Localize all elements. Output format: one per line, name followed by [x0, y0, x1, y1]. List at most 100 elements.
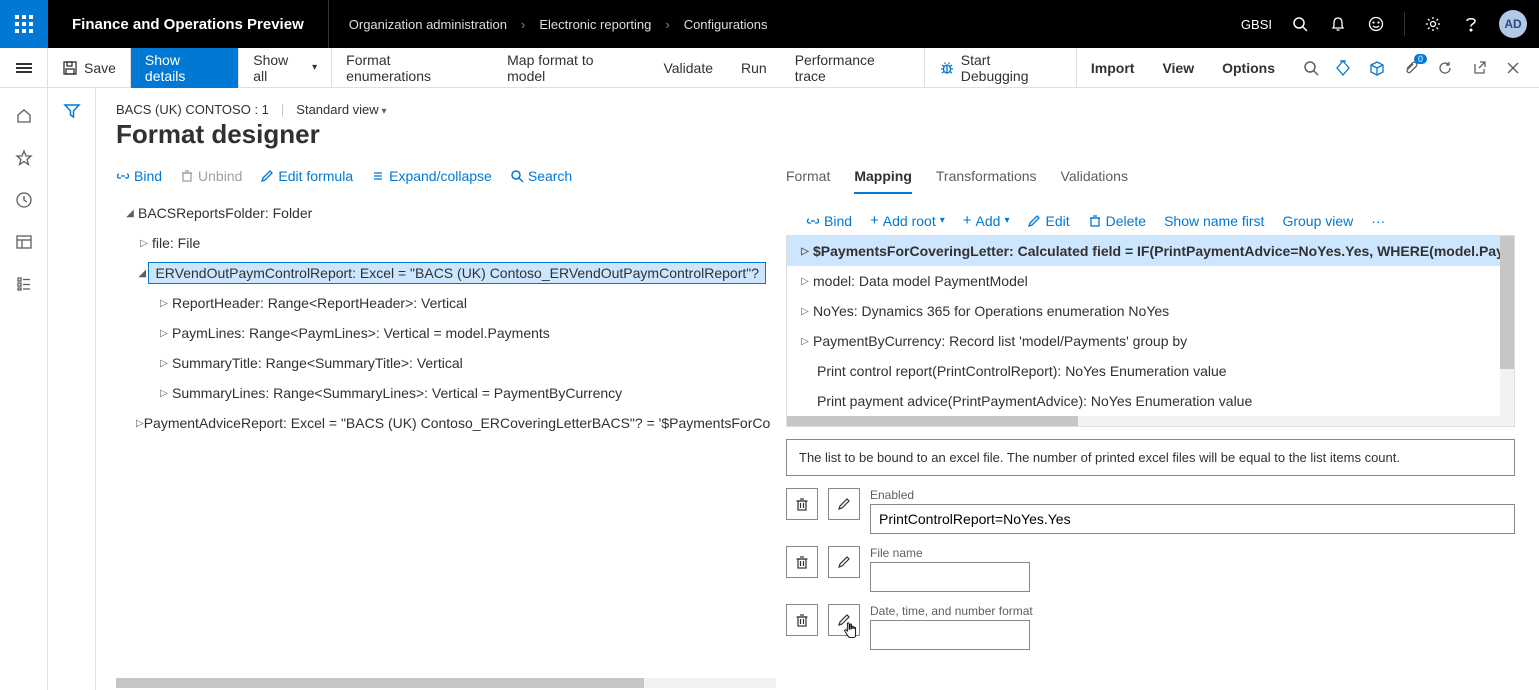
help-icon[interactable]: [1461, 14, 1481, 34]
home-icon[interactable]: [14, 106, 34, 126]
refresh-icon[interactable]: [1435, 58, 1455, 78]
import-button[interactable]: Import: [1077, 48, 1149, 88]
h-scrollbar[interactable]: [96, 678, 786, 690]
delete-prop-button[interactable]: [786, 488, 818, 520]
format-enum-button[interactable]: Format enumerations: [332, 48, 493, 88]
start-debugging-button[interactable]: Start Debugging: [925, 48, 1077, 88]
v-scrollbar[interactable]: [1500, 236, 1514, 426]
mapping-node[interactable]: ▷model: Data model PaymentModel: [787, 266, 1514, 296]
mapping-node[interactable]: Print control report(PrintControlReport)…: [787, 356, 1514, 386]
unbind-button[interactable]: Unbind: [180, 168, 242, 184]
map-format-button[interactable]: Map format to model: [493, 48, 649, 88]
tree-node[interactable]: ▷SummaryTitle: Range<SummaryTitle>: Vert…: [116, 348, 766, 378]
smiley-icon[interactable]: [1366, 14, 1386, 34]
expand-icon[interactable]: ▷: [136, 418, 144, 429]
clock-icon[interactable]: [14, 190, 34, 210]
breadcrumb-item[interactable]: Organization administration: [349, 17, 507, 32]
collapse-icon[interactable]: ◢: [122, 208, 138, 219]
star-icon[interactable]: [14, 148, 34, 168]
diamond-icon[interactable]: [1333, 58, 1353, 78]
enabled-input[interactable]: [870, 504, 1515, 534]
edit-button[interactable]: Edit: [1027, 213, 1069, 229]
show-details-button[interactable]: Show details: [131, 48, 239, 88]
cmd-label: Show all: [253, 52, 306, 84]
tree-node[interactable]: ▷PaymentAdviceReport: Excel = "BACS (UK)…: [116, 408, 766, 438]
link-icon: [116, 169, 130, 183]
more-button[interactable]: ···: [1371, 213, 1385, 229]
expand-icon[interactable]: ▷: [156, 328, 172, 339]
search-button[interactable]: Search: [510, 168, 572, 184]
popout-icon[interactable]: [1469, 58, 1489, 78]
cmd-search[interactable]: [1289, 48, 1333, 88]
mapping-node-selected[interactable]: ▷$PaymentsForCoveringLetter: Calculated …: [787, 236, 1514, 266]
dtformat-input[interactable]: [870, 620, 1030, 650]
options-button[interactable]: Options: [1208, 48, 1289, 88]
expand-collapse-button[interactable]: Expand/collapse: [371, 168, 492, 184]
bind-button[interactable]: Bind: [116, 168, 162, 184]
delete-prop-button[interactable]: [786, 546, 818, 578]
tree-node[interactable]: ▷PaymLines: Range<PaymLines>: Vertical =…: [116, 318, 766, 348]
expand-icon[interactable]: ▷: [797, 276, 813, 287]
tree-node[interactable]: ▷ReportHeader: Range<ReportHeader>: Vert…: [116, 288, 766, 318]
app-launcher[interactable]: [0, 0, 48, 48]
avatar[interactable]: AD: [1499, 10, 1527, 38]
filename-input[interactable]: [870, 562, 1030, 592]
edit-prop-button[interactable]: [828, 488, 860, 520]
tree-node[interactable]: ▷SummaryLines: Range<SummaryLines>: Vert…: [116, 378, 766, 408]
tab-mapping[interactable]: Mapping: [854, 168, 912, 194]
edit-formula-button[interactable]: Edit formula: [260, 168, 353, 184]
bind-button[interactable]: Bind: [806, 213, 852, 229]
filter-icon[interactable]: [63, 102, 81, 690]
expand-icon[interactable]: ▷: [797, 246, 813, 257]
breadcrumb-item[interactable]: Configurations: [684, 17, 768, 32]
pencil-icon: [836, 496, 852, 512]
attach-icon[interactable]: 0: [1401, 58, 1421, 78]
edit-prop-button[interactable]: [828, 546, 860, 578]
h-scrollbar[interactable]: [787, 416, 1514, 426]
config-context[interactable]: BACS (UK) CONTOSO : 1: [116, 102, 269, 117]
chevron-down-icon: ▾: [1004, 215, 1009, 226]
show-name-first-button[interactable]: Show name first: [1164, 213, 1264, 229]
company-code[interactable]: GBSI: [1241, 17, 1272, 32]
expand-icon[interactable]: ▷: [156, 358, 172, 369]
collapse-icon[interactable]: ◢: [136, 268, 148, 279]
tree-node-selected[interactable]: ◢ERVendOutPaymControlReport: Excel = "BA…: [116, 258, 766, 288]
view-button[interactable]: View: [1148, 48, 1208, 88]
box-icon[interactable]: [1367, 58, 1387, 78]
run-button[interactable]: Run: [727, 48, 781, 88]
workspace-icon[interactable]: [14, 232, 34, 252]
mapping-node[interactable]: Print payment advice(PrintPaymentAdvice)…: [787, 386, 1514, 416]
group-view-button[interactable]: Group view: [1282, 213, 1353, 229]
search-icon[interactable]: [1290, 14, 1310, 34]
delete-prop-button[interactable]: [786, 604, 818, 636]
content-header: BACS (UK) CONTOSO : 1 | Standard view Fo…: [96, 88, 1539, 150]
mapping-node[interactable]: ▷NoYes: Dynamics 365 for Operations enum…: [787, 296, 1514, 326]
expand-icon[interactable]: ▷: [797, 306, 813, 317]
tab-validations[interactable]: Validations: [1061, 168, 1128, 194]
expand-icon[interactable]: ▷: [797, 336, 813, 347]
tab-transformations[interactable]: Transformations: [936, 168, 1037, 194]
add-root-button[interactable]: +Add root▾: [870, 212, 945, 229]
expand-icon[interactable]: ▷: [156, 298, 172, 309]
bell-icon[interactable]: [1328, 14, 1348, 34]
command-bar: Save Show details Show all▾ Format enume…: [48, 48, 1539, 87]
expand-icon[interactable]: ▷: [156, 388, 172, 399]
validate-button[interactable]: Validate: [649, 48, 727, 88]
edit-prop-button[interactable]: [828, 604, 860, 636]
close-icon[interactable]: [1503, 58, 1523, 78]
tab-format[interactable]: Format: [786, 168, 830, 194]
delete-button[interactable]: Delete: [1088, 213, 1146, 229]
add-button[interactable]: +Add▾: [963, 212, 1010, 229]
perf-trace-button[interactable]: Performance trace: [781, 48, 925, 88]
expand-icon[interactable]: ▷: [136, 238, 152, 249]
mapping-node[interactable]: ▷PaymentByCurrency: Record list 'model/P…: [787, 326, 1514, 356]
breadcrumb-item[interactable]: Electronic reporting: [539, 17, 651, 32]
tree-node[interactable]: ◢BACSReportsFolder: Folder: [116, 198, 766, 228]
view-selector[interactable]: Standard view: [296, 102, 386, 117]
tree-node[interactable]: ▷file: File: [116, 228, 766, 258]
gear-icon[interactable]: [1423, 14, 1443, 34]
modules-icon[interactable]: [14, 274, 34, 294]
save-button[interactable]: Save: [48, 48, 131, 88]
show-all-button[interactable]: Show all▾: [239, 48, 332, 88]
nav-toggle[interactable]: [0, 48, 48, 87]
